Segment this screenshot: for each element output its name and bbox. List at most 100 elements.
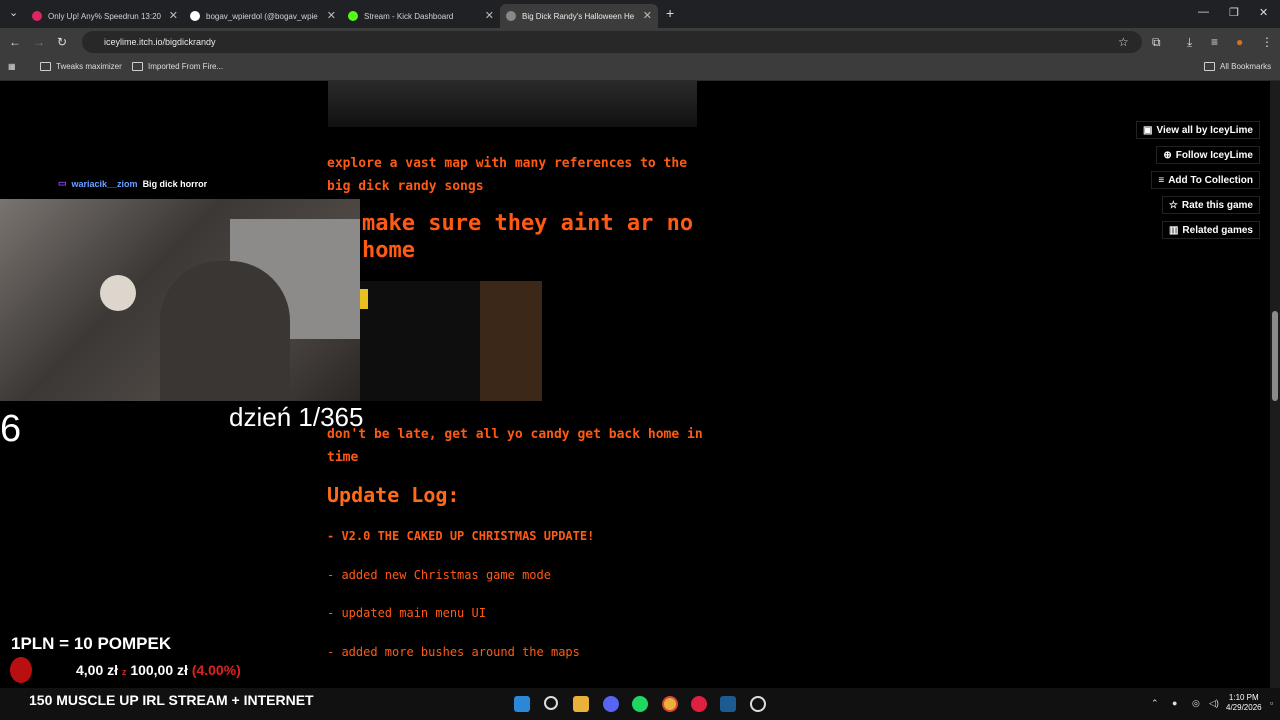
log-item: - added new Christmas game mode bbox=[327, 568, 551, 582]
log-item: - updated main menu UI bbox=[327, 606, 486, 620]
button-label: Follow IceyLime bbox=[1175, 149, 1253, 161]
donation-current: 4,00 zł bbox=[76, 662, 119, 678]
lamp-shape bbox=[100, 275, 136, 311]
minimize-icon[interactable]: — bbox=[1198, 6, 1209, 18]
tab-label: Only Up! Any% Speedrun 13:20 bbox=[48, 11, 161, 21]
button-label: Related games bbox=[1182, 224, 1253, 236]
chrome-icon[interactable] bbox=[662, 696, 678, 712]
microphone-icon[interactable]: ● bbox=[1172, 698, 1177, 708]
bookmarks-bar: ▦ Tweaks maximizer Imported From Fire...… bbox=[0, 56, 1280, 81]
star-icon: ☆ bbox=[1168, 199, 1178, 211]
download-icon[interactable]: ⤓ bbox=[1187, 35, 1192, 50]
apps-icon[interactable]: ▦ bbox=[8, 62, 16, 71]
new-tab-icon[interactable]: + bbox=[666, 5, 674, 21]
bookmark-tweaks[interactable]: Tweaks maximizer bbox=[40, 62, 122, 71]
tab-favicon-icon bbox=[190, 11, 200, 21]
url-text: iceylime.itch.io/bigdickrandy bbox=[104, 37, 216, 47]
clock-date: 4/29/2026 bbox=[1226, 703, 1262, 712]
all-bookmarks[interactable]: All Bookmarks bbox=[1204, 62, 1271, 71]
tab-1[interactable]: Only Up! Any% Speedrun 13:20 ✕ bbox=[26, 4, 184, 28]
tab-4-active[interactable]: Big Dick Randy's Halloween He ✕ bbox=[500, 4, 658, 28]
network-icon[interactable]: ◎ bbox=[1192, 698, 1200, 709]
donation-separator: z bbox=[121, 667, 127, 677]
chat-icon: ▭ bbox=[58, 178, 67, 188]
button-label: Rate this game bbox=[1181, 199, 1253, 211]
view-all-button[interactable]: ▣ View all by IceyLime bbox=[1136, 121, 1260, 139]
system-clock[interactable]: 1:10 PM 4/29/2026 bbox=[1226, 693, 1262, 713]
stream-title: 150 MUSCLE UP IRL STREAM + INTERNET bbox=[29, 692, 314, 708]
reload-icon[interactable]: ↻ bbox=[57, 35, 67, 49]
extensions-icon[interactable]: ⧉ bbox=[1152, 35, 1161, 50]
donation-percent: (4.00%) bbox=[191, 662, 241, 678]
close-window-icon[interactable]: ✕ bbox=[1259, 6, 1268, 19]
bookmark-imported[interactable]: Imported From Fire... bbox=[132, 62, 223, 71]
related-games-button[interactable]: ▥ Related games bbox=[1161, 221, 1260, 239]
add-to-collection-button[interactable]: ≡ Add To Collection bbox=[1151, 171, 1260, 189]
close-tab-icon[interactable]: ✕ bbox=[485, 9, 494, 22]
reading-list-icon[interactable]: ≡ bbox=[1211, 35, 1218, 49]
address-bar[interactable]: iceylime.itch.io/bigdickrandy bbox=[82, 31, 1142, 53]
steam-icon[interactable] bbox=[720, 696, 736, 712]
body-text: don't be late, get all yo candy get back… bbox=[327, 427, 703, 465]
tab-favicon-icon bbox=[348, 11, 358, 21]
lamp-light bbox=[360, 289, 368, 309]
app-icon[interactable] bbox=[691, 696, 707, 712]
chat-username: wariacik__ziom bbox=[71, 178, 138, 189]
rate-game-button[interactable]: ☆ Rate this game bbox=[1161, 196, 1260, 214]
intro-text: explore a vast map with many references … bbox=[327, 156, 688, 194]
close-tab-icon[interactable]: ✕ bbox=[327, 9, 336, 22]
bookmark-star-icon[interactable]: ☆ bbox=[1118, 35, 1129, 49]
tab-3[interactable]: Stream - Kick Dashboard ✕ bbox=[342, 4, 500, 28]
discord-icon[interactable] bbox=[603, 696, 619, 712]
button-label: View all by IceyLime bbox=[1156, 124, 1253, 136]
user-plus-icon: ⊕ bbox=[1163, 149, 1172, 161]
close-tab-icon[interactable]: ✕ bbox=[643, 9, 652, 22]
donation-goal: 4,00 zł z 100,00 zł (4.00%) bbox=[76, 662, 241, 678]
close-tab-icon[interactable]: ✕ bbox=[169, 9, 178, 22]
menu-icon[interactable]: ⋮ bbox=[1261, 35, 1273, 49]
button-label: Add To Collection bbox=[1168, 174, 1253, 186]
game-screenshot bbox=[360, 281, 542, 401]
follow-button[interactable]: ⊕ Follow IceyLime bbox=[1156, 146, 1260, 164]
back-icon[interactable]: ← bbox=[9, 35, 21, 49]
page-heading: make sure they aint ar no home bbox=[362, 211, 694, 263]
tab-search-icon[interactable]: ⌄ bbox=[9, 6, 18, 19]
donation-rate: 1PLN = 10 POMPEK bbox=[11, 634, 172, 653]
scrollbar-thumb[interactable] bbox=[1272, 311, 1278, 401]
maximize-icon[interactable]: ❐ bbox=[1229, 6, 1239, 19]
door-shape bbox=[480, 281, 542, 401]
notification-icon[interactable]: ▫ bbox=[1270, 698, 1273, 708]
tab-2[interactable]: bogav_wpierdol (@bogav_wpie ✕ bbox=[184, 4, 342, 28]
tab-label: Big Dick Randy's Halloween He bbox=[522, 11, 635, 21]
tab-favicon-icon bbox=[506, 11, 516, 21]
tab-label: Stream - Kick Dashboard bbox=[364, 11, 454, 21]
folder-icon bbox=[40, 62, 51, 71]
windows-start-icon[interactable] bbox=[514, 696, 530, 712]
tab-label: bogav_wpierdol (@bogav_wpie bbox=[206, 11, 318, 21]
log-item: - added more bushes around the maps bbox=[327, 645, 580, 659]
search-icon[interactable] bbox=[544, 696, 558, 710]
list-add-icon: ≡ bbox=[1158, 174, 1165, 186]
browser-toolbar: ← → ↻ iceylime.itch.io/bigdickrandy ☆ ⧉ … bbox=[0, 28, 1280, 56]
page-scrollbar[interactable] bbox=[1270, 81, 1280, 688]
donation-target: 100,00 zł bbox=[130, 662, 188, 678]
update-log-heading: Update Log: bbox=[327, 483, 460, 507]
log-item: - V2.0 THE CAKED UP CHRISTMAS UPDATE! bbox=[327, 529, 595, 543]
forward-icon[interactable]: → bbox=[33, 35, 45, 49]
person-shape bbox=[160, 261, 290, 401]
chat-message: ▭ wariacik__ziom Big dick horror bbox=[58, 178, 207, 189]
tray-chevron-icon[interactable]: ⌃ bbox=[1151, 698, 1159, 709]
browser-tab-strip: ⌄ Only Up! Any% Speedrun 13:20 ✕ bogav_w… bbox=[0, 0, 1280, 28]
tab-favicon-icon bbox=[32, 11, 42, 21]
bookmark-label: All Bookmarks bbox=[1220, 62, 1272, 71]
count-number: 6 bbox=[0, 408, 22, 450]
profile-icon[interactable]: ● bbox=[1236, 35, 1243, 49]
book-icon: ▥ bbox=[1168, 224, 1179, 236]
folder-icon bbox=[132, 62, 143, 71]
obs-icon[interactable] bbox=[750, 696, 766, 712]
volume-icon[interactable]: ◁) bbox=[1209, 698, 1219, 709]
file-explorer-icon[interactable] bbox=[573, 696, 589, 712]
folder-icon bbox=[1204, 62, 1215, 71]
spotify-icon[interactable] bbox=[632, 696, 648, 712]
chat-text: Big dick horror bbox=[142, 178, 208, 189]
